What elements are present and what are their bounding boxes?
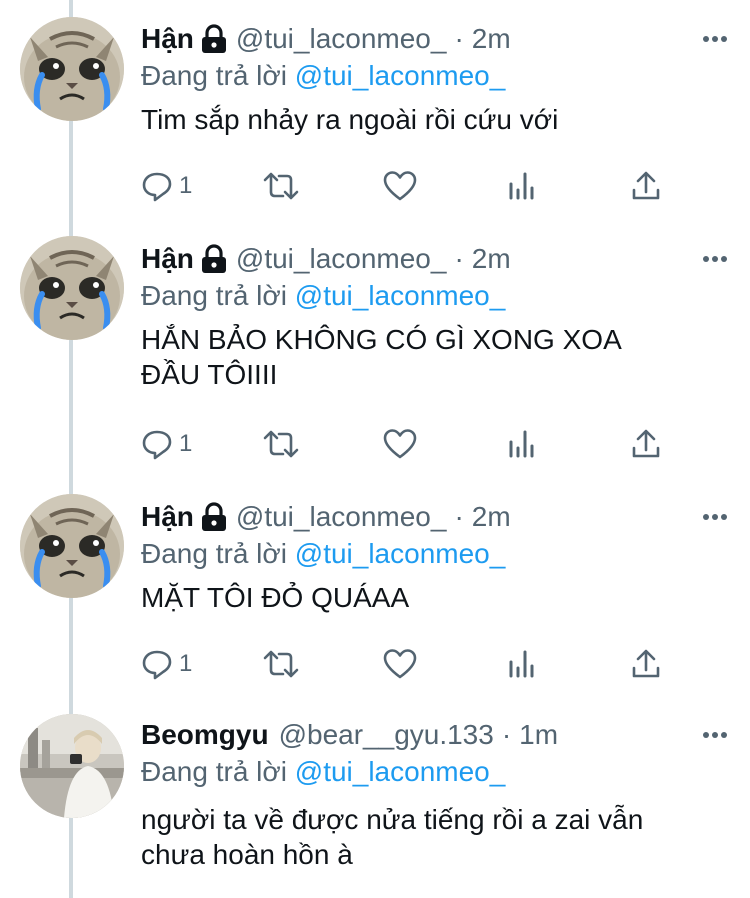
reply-icon	[142, 430, 172, 460]
reply-count: 1	[179, 650, 193, 677]
replying-to-mention[interactable]: @tui_laconmeo_	[295, 756, 506, 787]
replying-to-mention[interactable]: @tui_laconmeo_	[295, 280, 506, 311]
avatar[interactable]	[20, 494, 124, 598]
share-icon	[632, 171, 660, 200]
crying-cat-avatar-icon	[20, 236, 124, 340]
heart-icon	[383, 171, 417, 201]
display-name[interactable]: Hận	[141, 243, 194, 275]
share-button[interactable]	[631, 166, 661, 206]
tweet-header: Hận @tui_laconmeo_ · 2m	[141, 240, 730, 278]
lock-icon	[201, 502, 226, 531]
analytics-icon	[509, 650, 534, 678]
lock-icon	[201, 24, 226, 53]
separator-dot: ·	[501, 719, 512, 750]
avatar[interactable]	[20, 17, 124, 121]
timestamp[interactable]: 2m	[472, 23, 511, 55]
analytics-button[interactable]	[507, 166, 537, 206]
crying-cat-avatar-icon	[20, 17, 124, 121]
like-button[interactable]	[383, 424, 417, 464]
tweet-text: MẶT TÔI ĐỎ QUÁAA	[141, 580, 730, 615]
heart-icon	[383, 429, 417, 459]
tweet-text-line: HẮN BẢO KHÔNG CÓ GÌ XONG XOA	[141, 324, 622, 355]
avatar[interactable]	[20, 236, 124, 340]
like-button[interactable]	[383, 166, 417, 206]
share-icon	[632, 429, 660, 458]
retweet-icon	[263, 172, 299, 200]
replying-to-mention[interactable]: @tui_laconmeo_	[295, 538, 506, 569]
more-options-icon[interactable]	[700, 720, 730, 750]
person-photo-avatar-icon	[20, 714, 124, 818]
retweet-icon	[263, 430, 299, 458]
tweet-actions: 1	[141, 644, 661, 684]
replying-to: Đang trả lời @tui_laconmeo_	[141, 756, 730, 788]
tweet-header: Hận @tui_laconmeo_ · 2m	[141, 20, 730, 58]
tweet-text: người ta về được nửa tiếng rồi a zai vẫn…	[141, 802, 730, 872]
retweet-button[interactable]	[261, 424, 301, 464]
separator-dot: ·	[454, 501, 464, 532]
tweet-text-line: ĐẦU TÔIIII	[141, 359, 278, 390]
tweet-text-line: người ta về được nửa tiếng rồi a zai vẫn	[141, 804, 644, 835]
crying-cat-avatar-icon	[20, 494, 124, 598]
retweet-button[interactable]	[261, 644, 301, 684]
analytics-button[interactable]	[507, 644, 537, 684]
separator-dot: ·	[454, 23, 464, 54]
timestamp[interactable]: 1m	[519, 719, 558, 751]
replying-to-label: Đang trả lời	[141, 60, 287, 91]
tweet-text: HẮN BẢO KHÔNG CÓ GÌ XONG XOA ĐẦU TÔIIII	[141, 322, 730, 392]
reply-count: 1	[179, 172, 193, 199]
replying-to-label: Đang trả lời	[141, 756, 287, 787]
analytics-button[interactable]	[507, 424, 537, 464]
user-handle[interactable]: @tui_laconmeo_	[236, 243, 447, 275]
user-handle[interactable]: @tui_laconmeo_	[236, 501, 447, 533]
display-name[interactable]: Hận	[141, 23, 194, 55]
replying-to: Đang trả lời @tui_laconmeo_	[141, 60, 730, 92]
like-button[interactable]	[383, 644, 417, 684]
heart-icon	[383, 649, 417, 679]
replying-to: Đang trả lời @tui_laconmeo_	[141, 280, 730, 312]
more-options-icon[interactable]	[700, 244, 730, 274]
tweet-text: Tim sắp nhảy ra ngoài rồi cứu với	[141, 102, 730, 137]
reply-button[interactable]: 1	[141, 644, 192, 684]
analytics-icon	[509, 430, 534, 458]
tweet-text-line: chưa hoàn hồn à	[141, 839, 353, 870]
tweet-header: Beomgyu @bear__gyu.133 · 1m	[141, 716, 730, 754]
avatar[interactable]	[20, 714, 124, 818]
reply-icon	[142, 172, 172, 202]
user-handle[interactable]: @tui_laconmeo_	[236, 23, 447, 55]
tweet-text-line: MẶT TÔI ĐỎ QUÁAA	[141, 582, 410, 613]
tweet-text-line: Tim sắp nhảy ra ngoài rồi cứu với	[141, 104, 559, 135]
display-name[interactable]: Beomgyu	[141, 719, 269, 751]
retweet-icon	[263, 650, 299, 678]
more-options-icon[interactable]	[700, 502, 730, 532]
replying-to-mention[interactable]: @tui_laconmeo_	[295, 60, 506, 91]
tweet-actions: 1	[141, 424, 661, 464]
separator-dot: ·	[454, 243, 464, 274]
tweet-actions: 1	[141, 166, 661, 206]
timestamp[interactable]: 2m	[472, 243, 511, 275]
replying-to-label: Đang trả lời	[141, 280, 287, 311]
user-handle[interactable]: @bear__gyu.133	[279, 719, 494, 751]
more-options-icon[interactable]	[700, 24, 730, 54]
timestamp[interactable]: 2m	[472, 501, 511, 533]
retweet-button[interactable]	[261, 166, 301, 206]
reply-button[interactable]: 1	[141, 166, 192, 206]
share-icon	[632, 649, 660, 678]
reply-icon	[142, 650, 172, 680]
lock-icon	[201, 244, 226, 273]
share-button[interactable]	[631, 644, 661, 684]
share-button[interactable]	[631, 424, 661, 464]
replying-to: Đang trả lời @tui_laconmeo_	[141, 538, 730, 570]
display-name[interactable]: Hận	[141, 501, 194, 533]
replying-to-label: Đang trả lời	[141, 538, 287, 569]
analytics-icon	[509, 172, 534, 200]
reply-count: 1	[179, 430, 193, 457]
reply-button[interactable]: 1	[141, 424, 192, 464]
tweet-header: Hận @tui_laconmeo_ · 2m	[141, 498, 730, 536]
